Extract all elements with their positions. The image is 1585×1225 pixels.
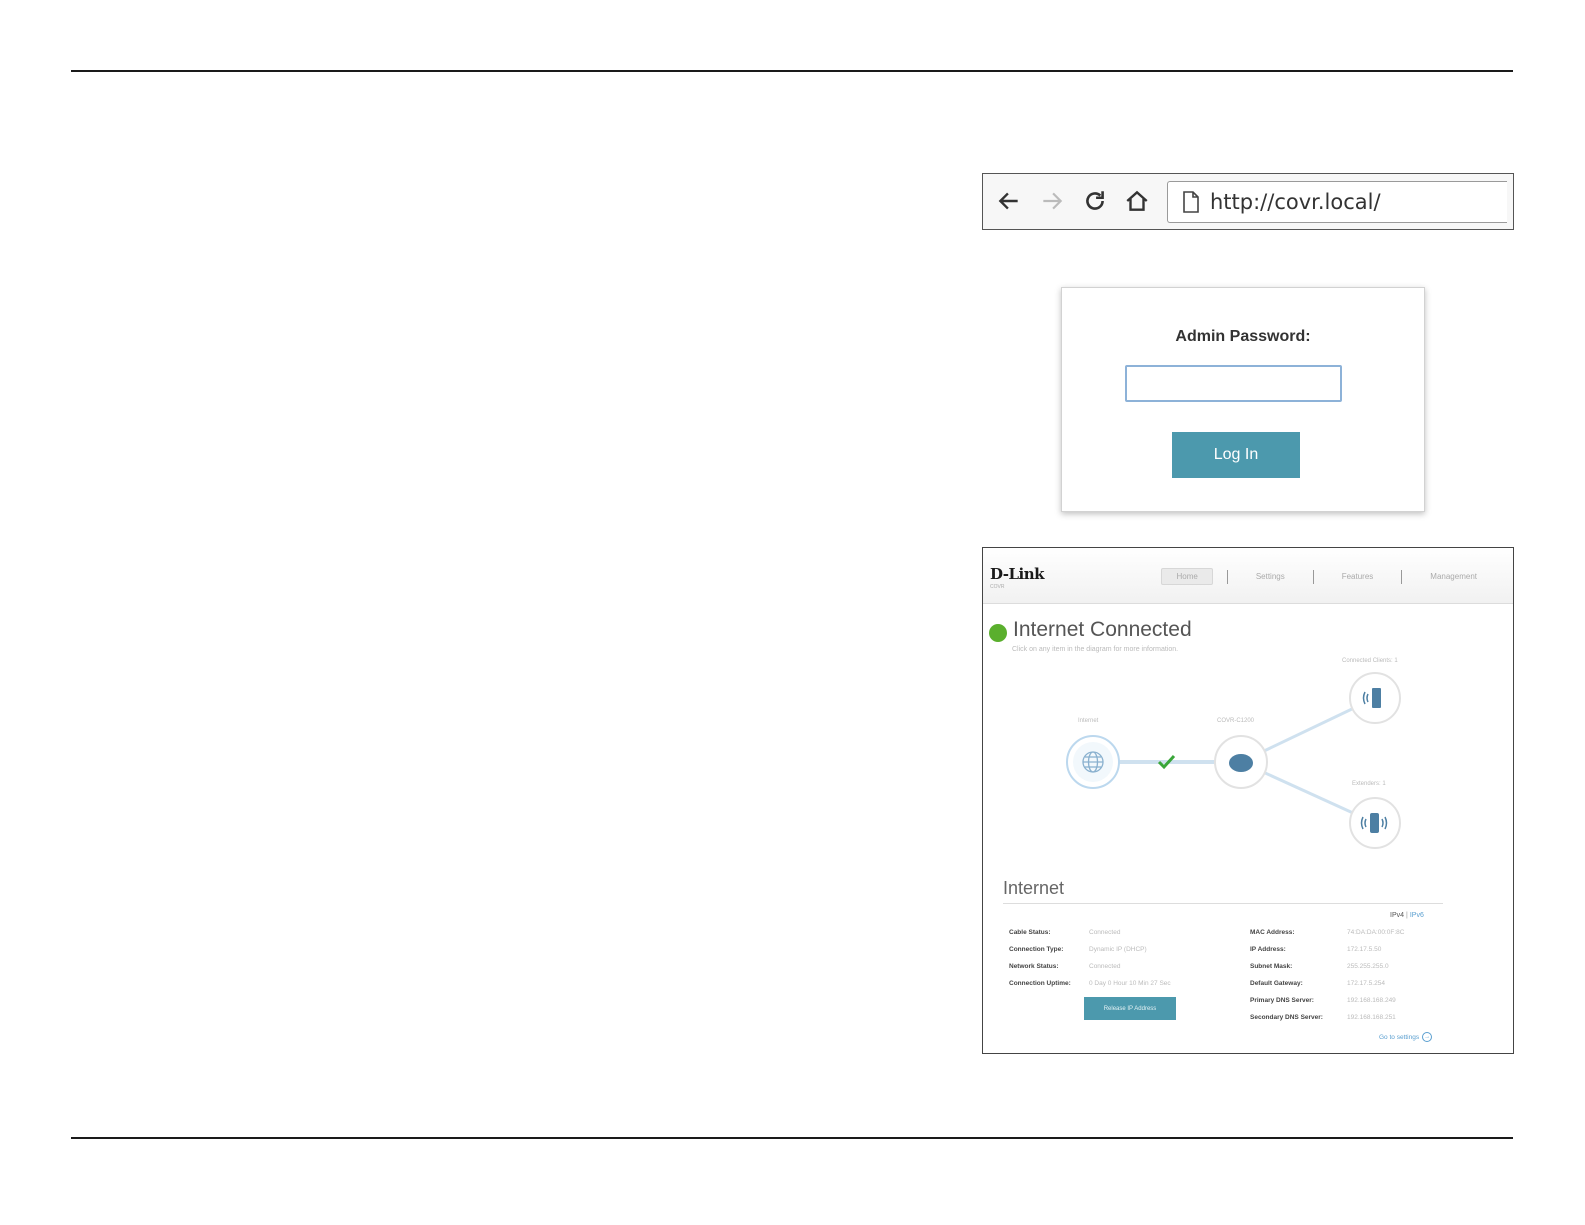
info-value: Connected (1089, 929, 1121, 936)
info-key: Connection Uptime: (1009, 980, 1071, 987)
info-key: Network Status: (1009, 963, 1059, 970)
back-arrow-icon (998, 192, 1018, 210)
reload-button[interactable] (1077, 183, 1113, 219)
info-key: MAC Address: (1250, 929, 1295, 936)
internet-info-left: Cable Status: Connected Connection Type: D… (1009, 924, 1171, 992)
home-icon (1126, 190, 1148, 211)
url-text: http://covr.local/ (1210, 190, 1381, 214)
info-row: Connection Uptime: 0 Day 0 Hour 10 Min 27… (1009, 975, 1171, 992)
info-key: Secondary DNS Server: (1250, 1014, 1323, 1021)
toggle-separator: | (1406, 912, 1408, 919)
page-icon (1183, 191, 1199, 213)
ipv6-tab[interactable]: IPv6 (1410, 912, 1424, 919)
info-value: 192.168.168.251 (1347, 1014, 1396, 1021)
internet-node[interactable] (1066, 735, 1120, 789)
admin-password-label: Admin Password: (1175, 328, 1311, 345)
info-row: Cable Status: Connected (1009, 924, 1171, 941)
connected-clients-node[interactable] (1349, 672, 1401, 724)
router-dashboard: D-Link COVR Home Settings Features Manag… (982, 547, 1514, 1054)
clients-node-label: Connected Clients: 1 (1342, 658, 1398, 664)
info-row: Network Status: Connected (1009, 958, 1171, 975)
go-to-settings-link[interactable]: Go to settings → (1379, 1032, 1433, 1042)
info-value: 192.168.168.249 (1347, 997, 1396, 1004)
ipv4-tab[interactable]: IPv4 (1390, 912, 1404, 919)
internet-section-title: Internet (1003, 878, 1065, 898)
info-row: Secondary DNS Server: 192.168.168.251 (1250, 1009, 1404, 1026)
router-node[interactable] (1214, 735, 1268, 789)
home-button[interactable] (1119, 183, 1155, 219)
info-row: Subnet Mask: 255.255.255.0 (1250, 958, 1404, 975)
extenders-node-label: Extenders: 1 (1352, 781, 1386, 787)
info-row: MAC Address: 74:DA:DA:00:0F:8C (1250, 924, 1404, 941)
forward-button[interactable] (1034, 183, 1070, 219)
internet-node-label: Internet (1078, 718, 1099, 724)
info-value: Connected (1089, 963, 1121, 970)
info-row: Connection Type: Dynamic IP (DHCP) (1009, 941, 1171, 958)
info-key: Subnet Mask: (1250, 963, 1293, 970)
internet-info-right: MAC Address: 74:DA:DA:00:0F:8C IP Address… (1250, 924, 1404, 1026)
top-rule (71, 70, 1513, 72)
ip-version-toggle: IPv4 | IPv6 (1390, 912, 1424, 919)
info-row: Primary DNS Server: 192.168.168.249 (1250, 992, 1404, 1009)
url-bar[interactable]: http://covr.local/ (1167, 181, 1507, 223)
info-row: IP Address: 172.17.5.50 (1250, 941, 1404, 958)
release-ip-button[interactable]: Release IP Address (1084, 997, 1176, 1020)
section-divider (1003, 903, 1443, 904)
info-value: 172.17.5.50 (1347, 946, 1382, 953)
info-value: Dynamic IP (DHCP) (1089, 946, 1147, 953)
info-key: Primary DNS Server: (1250, 997, 1314, 1004)
info-value: 172.17.5.254 (1347, 980, 1385, 987)
router-node-label: COVR-C1200 (1217, 718, 1255, 724)
log-in-button[interactable]: Log In (1172, 432, 1300, 478)
info-key: Connection Type: (1009, 946, 1064, 953)
info-key: Default Gateway: (1250, 980, 1303, 987)
info-key: IP Address: (1250, 946, 1286, 953)
arrow-right-icon: → (1422, 1032, 1433, 1042)
info-value: 255.255.255.0 (1347, 963, 1389, 970)
admin-password-input[interactable] (1125, 365, 1342, 402)
browser-toolbar: http://covr.local/ (982, 173, 1514, 230)
reload-icon (1086, 191, 1104, 210)
router-icon (1229, 754, 1253, 772)
settings-link-label: Go to settings (1379, 1033, 1420, 1041)
forward-arrow-icon (1043, 192, 1063, 210)
extenders-node[interactable] (1349, 797, 1401, 849)
info-row: Default Gateway: 172.17.5.254 (1250, 975, 1404, 992)
bottom-rule (71, 1137, 1513, 1139)
back-button[interactable] (991, 183, 1027, 219)
login-card: Admin Password: Log In (1061, 287, 1425, 512)
info-value: 0 Day 0 Hour 10 Min 27 Sec (1089, 980, 1171, 987)
info-value: 74:DA:DA:00:0F:8C (1347, 929, 1405, 936)
info-key: Cable Status: (1009, 929, 1051, 936)
